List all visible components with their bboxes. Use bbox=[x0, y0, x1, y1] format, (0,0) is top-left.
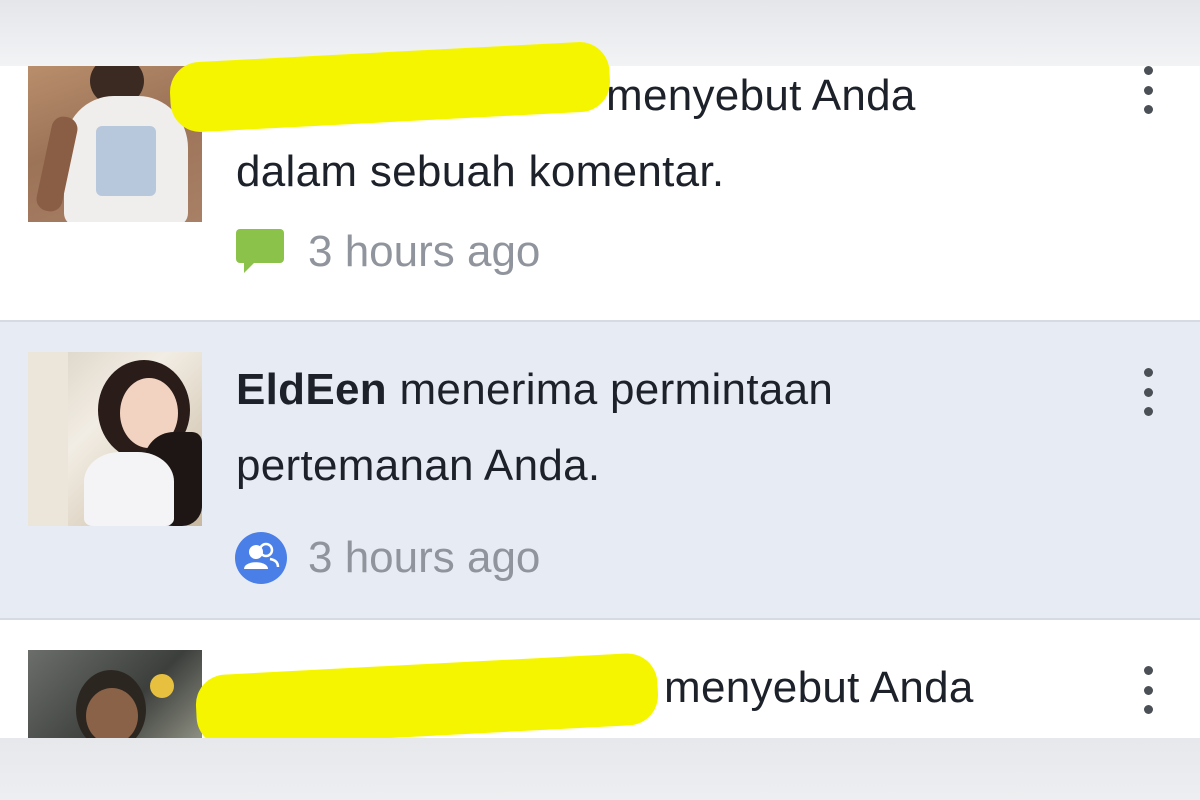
notification-message-line2: dalam sebuah komentar. bbox=[236, 147, 725, 196]
avatar[interactable] bbox=[28, 650, 202, 738]
notification-item[interactable]: EldEen menerima permintaan pertemanan An… bbox=[0, 320, 1200, 620]
notification-item[interactable]: menyebut Anda dalam sebuah komentar. 3 h… bbox=[0, 40, 1200, 320]
comment-icon bbox=[234, 225, 288, 279]
friends-icon bbox=[234, 531, 288, 585]
notification-time: 3 hours ago bbox=[308, 533, 541, 582]
more-options-icon[interactable] bbox=[1136, 666, 1160, 714]
more-options-icon[interactable] bbox=[1136, 368, 1160, 416]
notification-message-line2: pertemanan Anda. bbox=[236, 441, 601, 490]
notification-meta: 3 hours ago bbox=[234, 224, 540, 280]
more-options-icon[interactable] bbox=[1136, 66, 1160, 114]
notification-actor-name[interactable]: EldEen bbox=[236, 365, 387, 414]
notification-message-line1: menerima permintaan bbox=[399, 365, 834, 414]
avatar[interactable] bbox=[28, 352, 202, 526]
notification-message-line1: menyebut Anda bbox=[664, 663, 974, 712]
notification-meta: 3 hours ago bbox=[234, 530, 540, 586]
notification-text: EldEen menerima permintaan pertemanan An… bbox=[236, 352, 1066, 504]
notifications-screen: menyebut Anda dalam sebuah komentar. 3 h… bbox=[0, 0, 1200, 800]
notification-message-line1: menyebut Anda bbox=[606, 71, 916, 120]
bottom-edge bbox=[0, 738, 1200, 800]
notification-time: 3 hours ago bbox=[308, 227, 541, 276]
notification-item[interactable]: menyebut Anda bbox=[0, 620, 1200, 749]
